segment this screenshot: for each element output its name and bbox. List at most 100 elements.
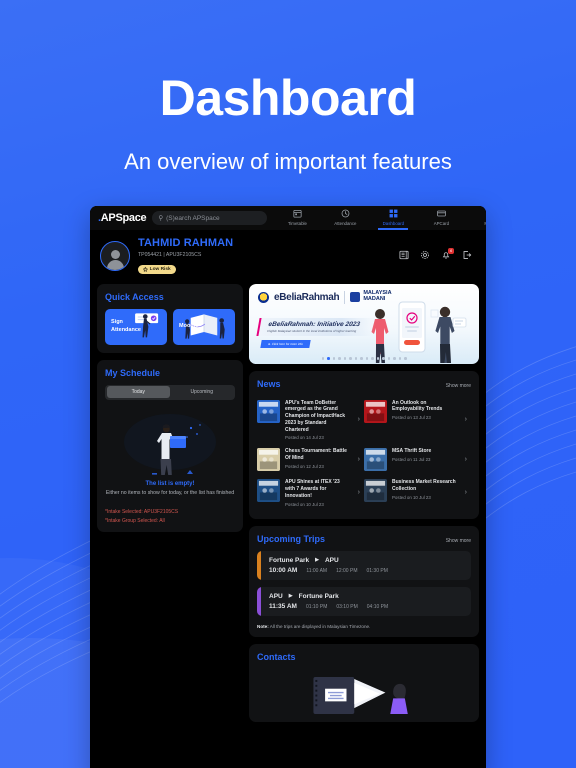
my-schedule-card: My Schedule Today Upcoming The list is e…: [97, 359, 243, 532]
tab-upcoming[interactable]: Upcoming: [170, 386, 234, 398]
news-list: APU's Team DoBetter emerged as the Grand…: [257, 396, 471, 511]
trip-row[interactable]: APU ▶ Fortune Park 11:35 AM 01:10 PM 03:10 PM…: [257, 586, 471, 616]
news-item-date: Posted on 11 Jul 23: [392, 457, 431, 462]
carousel-dot[interactable]: [371, 357, 374, 360]
news-item-date: Posted on 13 Jul 23: [392, 415, 431, 420]
news-title: News: [257, 378, 281, 389]
news-icon[interactable]: [399, 250, 409, 263]
logout-icon[interactable]: [462, 250, 472, 263]
dashboard-content: Quick Access Sign Attendance Moodle My S…: [90, 283, 486, 729]
grid-icon: [369, 209, 417, 220]
app-screen: . AP Space ⚲ (S)earch APSpace Timetable At…: [90, 206, 486, 768]
news-card: News Show more APU's Team DoBetter emerg…: [249, 370, 479, 519]
promo-banner[interactable]: eBeliaRahmah MALAYSIA MADANI eBeliaRahma…: [249, 283, 479, 364]
arrow-right-icon: ▶: [315, 557, 319, 563]
nav-item-apcard[interactable]: APCard: [417, 209, 465, 228]
chevron-right-icon: ›: [464, 489, 467, 497]
nav-item-dashboard[interactable]: Dashboard: [369, 209, 417, 230]
news-thumbnail: [257, 479, 280, 503]
banner-cta-button[interactable]: ► Click here for more info: [260, 339, 311, 348]
news-thumbnail: [364, 479, 387, 503]
logo-space: Space: [115, 212, 147, 224]
avatar[interactable]: [100, 241, 130, 272]
page-title: Dashboard: [159, 70, 417, 126]
carousel-dot[interactable]: [393, 357, 396, 360]
trip-time-alt: 04:10 PM: [366, 603, 389, 610]
profile-header: TAHMID RAHMAN TP054421 | APU3F2105CS ⚝ L…: [90, 230, 486, 284]
carousel-dot[interactable]: [343, 357, 346, 360]
news-text: MSA Thrift Store Posted on 11 Jul 23: [392, 448, 458, 462]
banner-carousel-dots[interactable]: [249, 357, 479, 360]
logo-ap: AP: [100, 212, 116, 224]
carousel-dot[interactable]: [404, 357, 407, 360]
nav-item-attendance[interactable]: Attendance: [321, 209, 369, 228]
banner-chip-title: eBeliaRahmah: Initiative 2023: [267, 320, 361, 328]
carousel-dot[interactable]: [376, 357, 379, 360]
profile-info: TAHMID RAHMAN TP054421 | APU3F2105CS ⚝ L…: [138, 237, 391, 276]
trip-to: Fortune Park: [298, 592, 339, 600]
carousel-dot[interactable]: [321, 357, 324, 360]
tab-today[interactable]: Today: [106, 386, 170, 398]
carousel-dot[interactable]: [382, 357, 385, 360]
news-item-title: APU's Team DoBetter emerged as the Grand…: [285, 399, 346, 433]
nav-label-timetable: Timetable: [287, 220, 307, 226]
news-item[interactable]: Business Market Research Collection Poste…: [364, 475, 471, 510]
trip-row[interactable]: Fortune Park ▶ APU 10:00 AM 11:00 AM 12:00 PM…: [257, 550, 471, 580]
news-thumbnail: [257, 399, 280, 423]
avatar-body: [106, 260, 124, 271]
nav-label-apcard: APCard: [433, 220, 450, 226]
app-main-nav: Timetable Attendance Dashboard APCard: [273, 209, 486, 230]
gear-icon[interactable]: [420, 250, 430, 263]
trips-note-text: All the trips are displayed in Malaysian…: [268, 623, 371, 629]
contacts-title: Contacts: [257, 651, 296, 662]
news-text: Business Market Research Collection Poste…: [392, 479, 458, 500]
status-badge-label: Low Risk: [149, 267, 171, 272]
trip-from: APU: [269, 592, 283, 600]
chevron-right-icon: ›: [357, 456, 360, 464]
nav-item-timetable[interactable]: Timetable: [273, 209, 321, 228]
news-show-more[interactable]: Show more: [446, 383, 471, 389]
apspace-logo: . AP Space: [96, 212, 147, 224]
chevron-right-icon: ›: [464, 416, 467, 424]
carousel-dot[interactable]: [327, 357, 330, 360]
news-item-title: MSA Thrift Store: [392, 448, 432, 455]
news-thumbnail: [257, 448, 280, 472]
trip-body: Fortune Park ▶ APU 10:00 AM 11:00 AM 12:00 PM…: [261, 551, 396, 580]
carousel-dot[interactable]: [365, 357, 368, 360]
news-item[interactable]: MSA Thrift Store Posted on 11 Jul 23 ›: [364, 444, 471, 475]
trips-title: Upcoming Trips: [257, 533, 326, 544]
page-subtitle: An overview of important features: [124, 148, 452, 174]
carousel-dot[interactable]: [332, 357, 335, 360]
news-item[interactable]: APU Shines at ITEX '23 with 7 Awards for…: [257, 475, 364, 510]
right-column: eBeliaRahmah MALAYSIA MADANI eBeliaRahma…: [249, 283, 479, 729]
trip-from: Fortune Park: [269, 556, 310, 564]
quick-access-title: Quick Access: [105, 291, 164, 302]
bell-icon[interactable]: 6: [441, 247, 454, 263]
news-item-title: APU Shines at ITEX '23 with 7 Awards for…: [285, 479, 340, 499]
news-item-title: Business Market Research Collection: [392, 479, 456, 492]
search-icon: ⚲: [158, 215, 164, 222]
carousel-dot[interactable]: [398, 357, 401, 360]
news-item[interactable]: Chess Tournament: Battle Of Mind Posted o…: [257, 444, 364, 475]
quick-access-tiles: Sign Attendance Moodle: [105, 308, 235, 345]
nav-item-more[interactable]: More: [465, 209, 486, 228]
carousel-dot[interactable]: [354, 357, 357, 360]
news-thumbnail: [364, 399, 387, 423]
carousel-dot[interactable]: [387, 357, 390, 360]
news-text: APU Shines at ITEX '23 with 7 Awards for…: [285, 479, 351, 506]
carousel-dot[interactable]: [349, 357, 352, 360]
trips-show-more[interactable]: Show more: [446, 538, 471, 544]
quick-access-sign-attendance[interactable]: Sign Attendance: [105, 308, 167, 345]
empty-state-subtitle: Either no items to show for today, or th…: [105, 489, 235, 496]
quick-access-moodle[interactable]: Moodle: [173, 308, 235, 345]
banner-chip: eBeliaRahmah: Initiative 2023 Eligible M…: [256, 317, 377, 336]
carousel-dot[interactable]: [360, 357, 363, 360]
card-icon: [417, 209, 465, 220]
news-item[interactable]: APU's Team DoBetter emerged as the Grand…: [257, 396, 364, 445]
news-item[interactable]: An Outlook on Employability Trends Posted…: [364, 396, 471, 445]
empty-state-illustration: [105, 406, 235, 478]
search-input[interactable]: ⚲ (S)earch APSpace: [152, 211, 268, 225]
carousel-dot[interactable]: [338, 357, 341, 360]
notification-count: 6: [448, 247, 454, 254]
dots-vertical-icon: [465, 209, 486, 220]
